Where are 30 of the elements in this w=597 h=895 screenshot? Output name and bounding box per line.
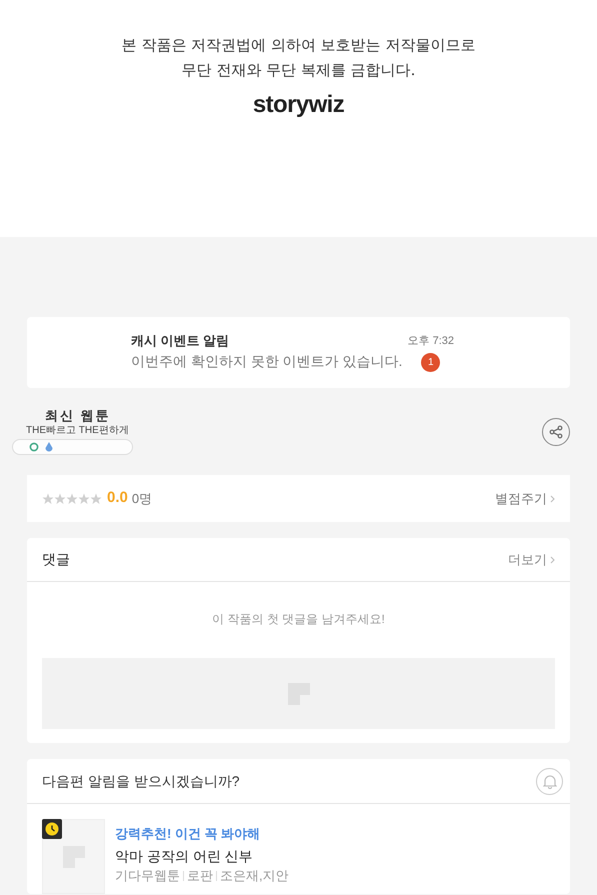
bell-icon [542,774,556,788]
empty-comments-text: 이 작품의 첫 댓글을 남겨주세요! [211,611,386,628]
recommendation-meta: 기다무웹툰 [115,867,180,885]
share-button[interactable] [542,418,570,446]
notification-message: 이번주에 확인하지 못한 이벤트가 있습니다. [131,352,404,371]
notification-title: 캐시 이벤트 알림 [131,332,230,350]
logo: storywiz [252,90,344,120]
recommendation-tagline: 강력추천! 이건 꼭 봐야해 [115,825,262,843]
share-icon [549,424,563,438]
recommendation-meta: 조은재,지안 [220,867,289,885]
promo-title: 최신 웹툰 [45,408,111,424]
promo-subtitle: THE빠르고 THE편하게 [26,424,129,437]
rating-score: 0.0 [107,488,128,508]
recommendation-meta: 로판 [187,867,213,885]
chevron-icon [550,556,555,564]
chevron-icon [550,494,555,502]
copyright-text: 무단 전재와 무단 복제를 금합니다. [182,60,416,81]
notification-card[interactable]: 캐시 이벤트 알림 이번주에 확인하지 못한 이벤트가 있습니다. 오후 7:32 1 [27,317,570,388]
rate-link[interactable]: 별점주기 [495,488,555,508]
rating-count: 0명 [132,490,152,508]
recommendation-title[interactable]: 악마 공작의 어린 신부 [115,845,289,867]
comments-title: 댓글 [42,550,70,569]
more-link[interactable]: 더보기 [508,550,555,570]
unread-badge: 1 [421,353,440,372]
promo-pill[interactable] [12,439,133,455]
thumbnail[interactable] [42,819,105,894]
subscribe-question: 다음편 알림을 받으시겠습니까? [42,772,240,790]
drop-icon [45,442,53,452]
notification-time: 오후 7:32 [408,334,454,349]
copyright-text: 본 작품은 저작권법에 의하여 보호받는 저작물이므로 [122,35,476,56]
